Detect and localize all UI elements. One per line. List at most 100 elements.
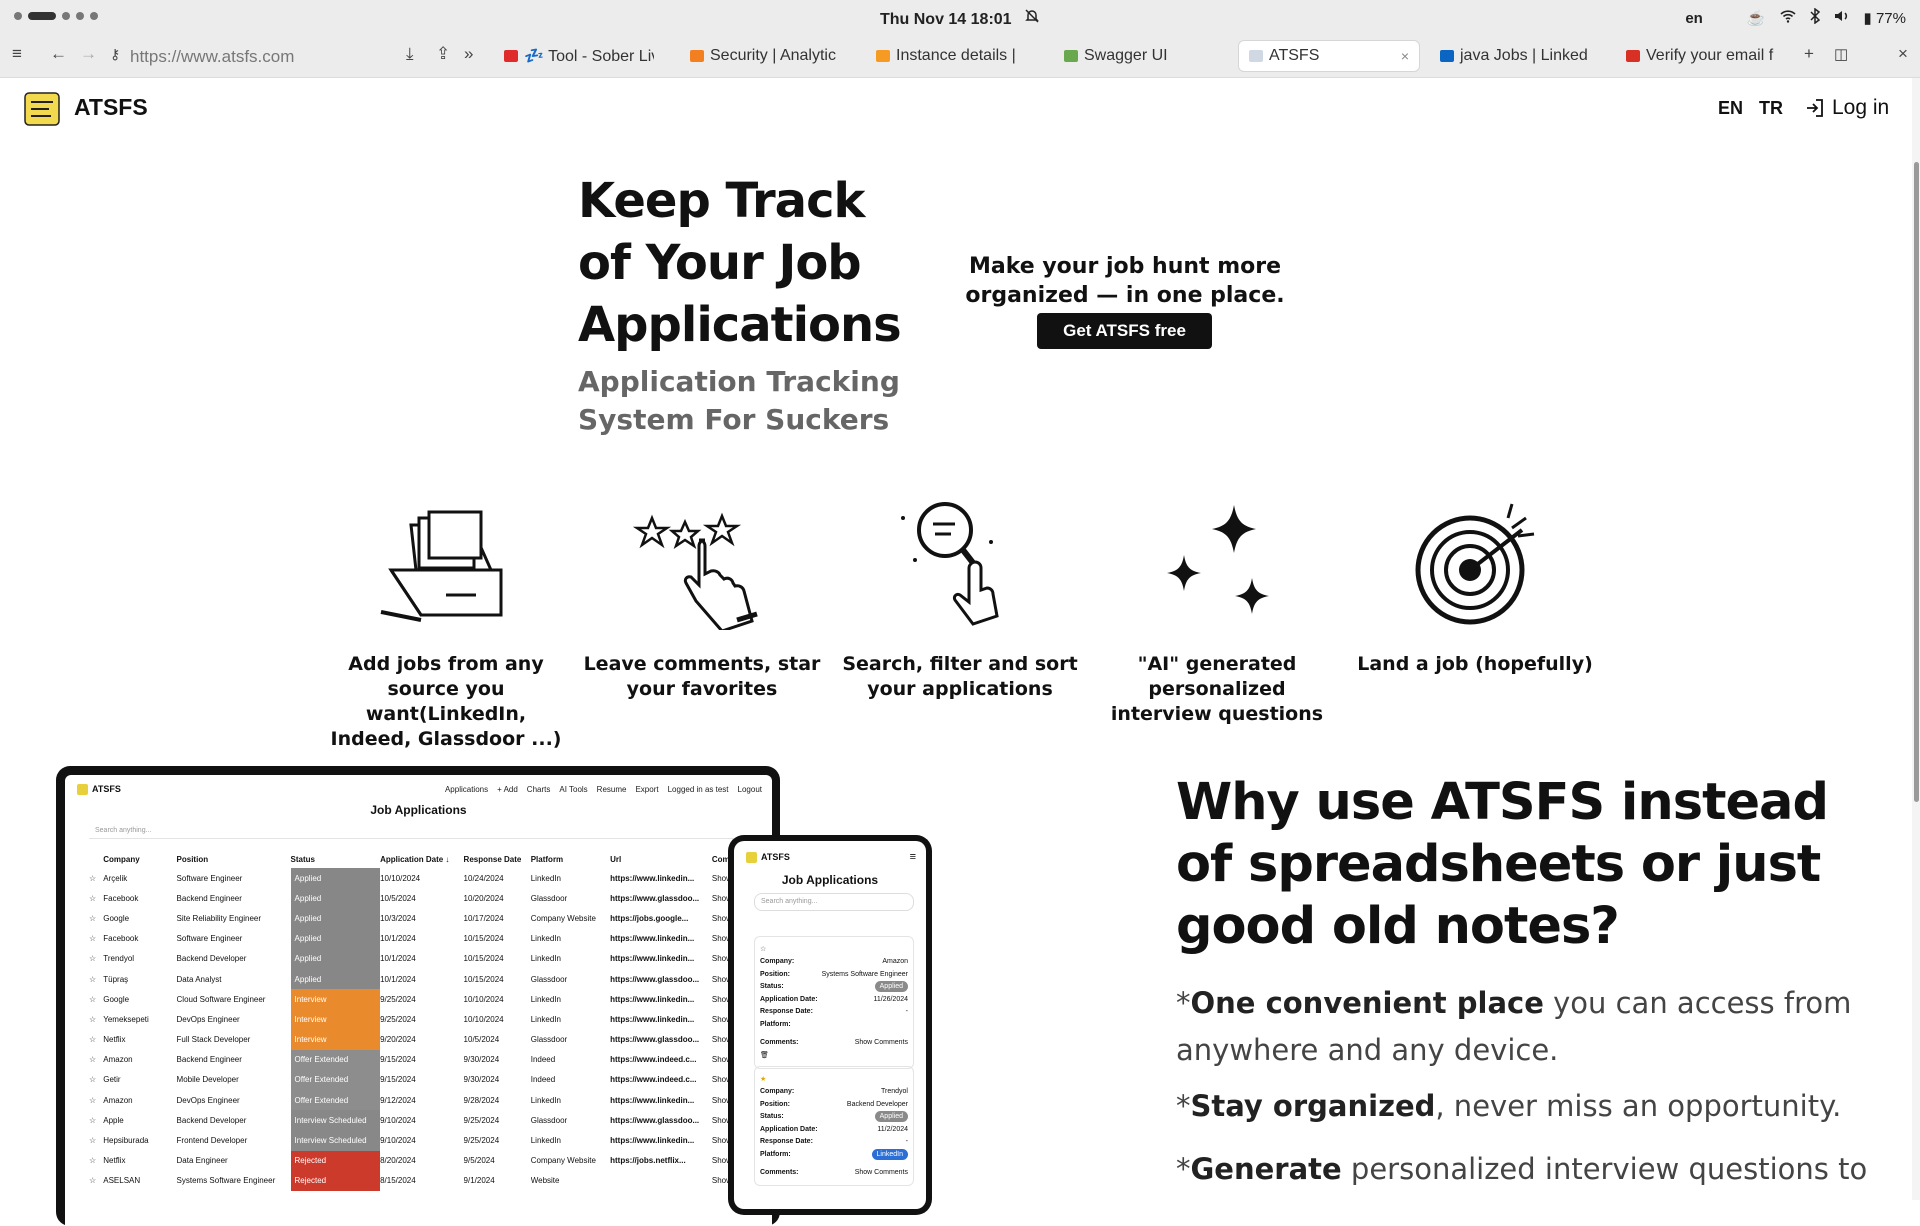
phone-screen: ATSFS ≡ Job Applications Search anything…	[734, 841, 926, 1209]
battery-indicator[interactable]: ▮ 77%	[1864, 9, 1906, 27]
cell-status: Applied	[290, 948, 381, 969]
atsfs-logo-icon[interactable]	[22, 90, 62, 128]
mock-nav-resume: Resume	[596, 784, 627, 794]
table-row: ☆ Arçelik Software Engineer Applied 10/10/20…	[89, 868, 772, 889]
star-icon: ☆	[89, 974, 97, 984]
field-label: Response Date:	[760, 1008, 813, 1016]
cell-url: https://www.glassdoo...	[610, 974, 700, 984]
cell-platform: Website	[530, 1176, 560, 1186]
cell-app-date: 10/1/2024	[380, 954, 416, 964]
lang-tr-button[interactable]: TR	[1759, 98, 1783, 119]
tab-security-analytics[interactable]: Security | Analytic	[680, 40, 840, 72]
cell-resp-date: 9/30/2024	[463, 1055, 500, 1065]
hero-subtitle: Application Tracking System For Suckers	[578, 365, 900, 436]
close-tab-icon[interactable]: ×	[1401, 48, 1409, 64]
cell-position: DevOps Engineer	[176, 1014, 240, 1024]
why-point-text: personalized interview questions to	[1341, 1152, 1868, 1186]
atsfs-favicon-icon	[1249, 50, 1263, 62]
lang-en-button[interactable]: EN	[1718, 98, 1743, 119]
tab-java-jobs-linkedin[interactable]: java Jobs | Linked	[1430, 40, 1590, 72]
cell-status: Rejected	[290, 1170, 381, 1191]
os-clock[interactable]: Thu Nov 14 18:01	[0, 8, 1920, 29]
table-row: ☆ Trendyol Backend Developer Applied 10/1/20…	[89, 948, 772, 969]
cell-url: https://www.linkedin...	[610, 1136, 695, 1146]
volume-icon[interactable]	[1834, 9, 1850, 27]
address-bar[interactable]: https://www.atsfs.com	[130, 47, 294, 67]
browser-toolbar: ≡ ← → ⚷ https://www.atsfs.com ⤓ ⇪ » 💤 To…	[0, 34, 1920, 78]
tab-sober-living[interactable]: 💤 Tool - Sober Liv	[494, 40, 654, 72]
close-window-icon[interactable]: ×	[1898, 44, 1908, 64]
table-row: ☆ Apple Backend Developer Interview Schedul…	[89, 1110, 772, 1131]
mock-search-input: Search anything...	[754, 893, 914, 911]
cell-url: https://www.glassdoo...	[610, 893, 700, 903]
cell-resp-date: 10/10/2024	[463, 994, 504, 1004]
new-tab-icon[interactable]: +	[1804, 44, 1814, 64]
table-body: ☆ Arçelik Software Engineer Applied 10/10/20…	[89, 868, 772, 1191]
login-button[interactable]: Log in	[1804, 96, 1889, 120]
keyboard-language[interactable]: en	[1685, 10, 1703, 27]
split-view-icon[interactable]: ◫	[1834, 45, 1848, 63]
cell-resp-date: 10/17/2024	[463, 913, 504, 923]
cell-app-date: 8/15/2024	[380, 1176, 416, 1186]
card-field-position: Position: Systems Software Engineer	[760, 968, 908, 981]
feature-comments-stars: Leave comments, star your favorites	[582, 500, 822, 702]
tab-label: Security | Analytic	[710, 47, 836, 64]
star-icon: ☆	[89, 934, 97, 944]
bluetooth-icon[interactable]	[1810, 7, 1820, 28]
get-atsfs-free-button[interactable]: Get ATSFS free	[1037, 313, 1212, 349]
cell-position: Full Stack Developer	[176, 1035, 251, 1045]
cell-status: Rejected	[290, 1150, 381, 1171]
tab-verify-email[interactable]: Verify your email f	[1616, 40, 1776, 72]
youtube-favicon-icon	[504, 50, 518, 62]
back-icon[interactable]: ←	[50, 44, 67, 64]
cell-status: Interview Scheduled	[290, 1110, 381, 1131]
hero-title: Keep Track of Your Job Applications	[578, 173, 902, 353]
scrollbar-thumb[interactable]	[1914, 162, 1919, 802]
mock-brand-label: ATSFS	[761, 852, 790, 862]
table-row: ☆ ASELSAN Systems Software Engineer Rejecte…	[89, 1170, 772, 1191]
table-row: ☆ Tüpraş Data Analyst Applied 10/1/2024 10/15…	[89, 968, 772, 990]
cell-position: Backend Developer	[176, 1115, 247, 1125]
cell-position: Software Engineer	[176, 873, 243, 883]
star-icon: ☆	[89, 1115, 97, 1125]
tab-label: 💤 Tool - Sober Liv	[524, 48, 654, 65]
table-header-row: Company Position Status Application Date…	[89, 851, 772, 868]
cell-company: Getir	[103, 1075, 121, 1085]
cell-status: Applied	[290, 928, 381, 949]
wifi-icon[interactable]	[1779, 9, 1796, 27]
cell-url: https://www.indeed.c...	[610, 1075, 697, 1085]
field-label: Status:	[760, 1113, 784, 1121]
tab-atsfs[interactable]: ATSFS ×	[1238, 40, 1420, 72]
star-icon: ☆	[89, 994, 97, 1004]
tab-label: Verify your email f	[1646, 47, 1774, 64]
cell-status: Applied	[290, 868, 381, 889]
field-label: Position:	[760, 1100, 790, 1108]
page-scrollbar[interactable]	[1912, 78, 1920, 1200]
table-row: ☆ Facebook Backend Engineer Applied 10/5/202…	[89, 888, 772, 909]
coffee-icon[interactable]: ☕	[1747, 9, 1766, 27]
column-header	[89, 851, 103, 868]
file-drawer-icon	[380, 510, 503, 622]
mock-brand: ATSFS	[77, 783, 121, 795]
field-value: 11/2/2024	[877, 1125, 908, 1133]
site-info-icon[interactable]: ⚷	[110, 46, 120, 63]
menu-icon[interactable]: ≡	[12, 44, 22, 64]
download-icon[interactable]: ⤓	[406, 44, 414, 64]
cell-status: Offer Extended	[290, 1090, 381, 1111]
more-tabs-icon[interactable]: »	[464, 44, 473, 64]
tab-instance-details[interactable]: Instance details |	[866, 40, 1026, 72]
battery-percent: 77%	[1875, 10, 1906, 27]
magnifier-icon	[901, 502, 999, 626]
cell-url: https://www.linkedin...	[610, 994, 695, 1004]
cell-app-date: 9/15/2024	[380, 1075, 416, 1085]
cell-position: Site Reliability Engineer	[176, 913, 262, 923]
tab-label: Instance details |	[896, 47, 1016, 64]
site-name[interactable]: ATSFS	[74, 94, 148, 121]
cell-position: Data Analyst	[176, 974, 222, 984]
login-label: Log in	[1832, 96, 1890, 119]
cell-position: Data Engineer	[176, 1156, 228, 1166]
table-row: ☆ Hepsiburada Frontend Developer Interview …	[89, 1130, 772, 1151]
share-icon[interactable]: ⇪	[436, 44, 450, 64]
forward-icon[interactable]: →	[80, 44, 97, 64]
tab-swagger-ui[interactable]: Swagger UI	[1054, 40, 1214, 72]
